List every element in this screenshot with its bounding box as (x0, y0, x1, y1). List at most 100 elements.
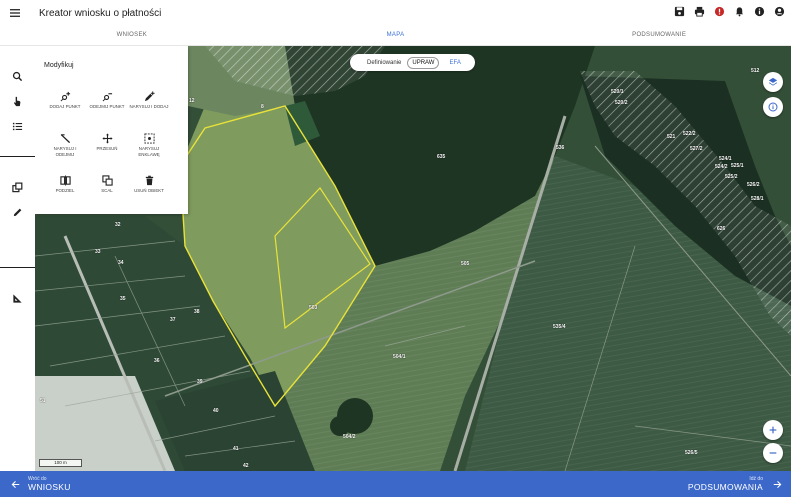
parcel-label: 524/1 (719, 156, 732, 162)
rail-divider (0, 156, 35, 157)
parcel-label: 522/2 (683, 131, 696, 137)
next-label: PODSUMOWANIA (687, 482, 763, 492)
parcel-label: 535/4 (553, 324, 566, 330)
parcel-label: 33 (95, 249, 101, 255)
alert-icon[interactable] (713, 4, 725, 18)
back-label: WNIOSKU (28, 482, 71, 492)
hand-pointer-icon[interactable] (11, 95, 24, 108)
draw-add-button[interactable]: NARYSUJ I DODAJ (129, 91, 169, 110)
go-to-summary-button[interactable]: Idź do PODSUMOWANIA (688, 471, 791, 497)
tool-label: USUŃ OBIEKT (134, 188, 164, 193)
tool-label: DODAJ PUNKT (49, 104, 81, 109)
parcel-label: 626 (717, 226, 726, 232)
parcel-label: 525/1 (731, 163, 744, 169)
modify-panel: Modyfikuj DODAJ PUNKT ODEJMIJ PUNKT NARY… (35, 46, 188, 214)
menu-icon[interactable] (0, 0, 30, 26)
plus-icon (769, 426, 777, 434)
tab-podsumowanie[interactable]: PODSUMOWANIE (527, 26, 791, 45)
panel-title: Modyfikuj (44, 62, 74, 69)
split-icon (59, 175, 71, 186)
toggle-option-efa[interactable]: EFA (445, 58, 464, 68)
scale-bar: 100 m (39, 459, 82, 467)
rail-divider (0, 267, 35, 268)
draw-enclave-icon (143, 133, 155, 144)
zoom-in-button[interactable] (763, 420, 783, 440)
merge-button[interactable]: SCAL (87, 175, 127, 194)
parcel-label: 520/1 (611, 89, 624, 95)
toggle-option-upraw[interactable]: UPRAW (407, 56, 440, 69)
draw-subtract-button[interactable]: NARYSUJ I ODEJMIJ (45, 133, 85, 157)
save-icon[interactable] (673, 4, 685, 18)
parcel-label: 503 (309, 305, 318, 311)
parcel-label: 42 (243, 463, 249, 469)
move-button[interactable]: PRZESUŃ (87, 133, 127, 152)
pencil-icon[interactable] (11, 206, 24, 219)
split-button[interactable]: PODZIEL (45, 175, 85, 194)
parcel-label: 520/2 (615, 100, 628, 106)
parcel-label: 8 (261, 104, 264, 110)
parcel-label: 504/2 (343, 434, 356, 440)
draw-subtract-icon (60, 134, 70, 144)
draw-add-icon (144, 91, 155, 102)
tab-mapa[interactable]: MAPA (264, 26, 528, 45)
parcel-label: 526/5 (685, 450, 698, 456)
parcel-label: 526/2 (747, 182, 760, 188)
parcel-label: 528/1 (751, 196, 764, 202)
map-info-button[interactable] (763, 97, 783, 117)
add-point-button[interactable]: DODAJ PUNKT (45, 91, 85, 110)
zoom-out-button[interactable] (763, 443, 783, 463)
measure-icon[interactable] (11, 292, 24, 305)
parcel-label: 51 (40, 398, 46, 404)
list-icon[interactable] (11, 120, 24, 133)
parcel-label: 32 (115, 222, 121, 228)
remove-point-button[interactable]: ODEJMIJ PUNKT (87, 91, 127, 110)
parcel-label: 34 (118, 260, 124, 266)
toggle-label: Definiowanie (367, 59, 402, 66)
draw-enclave-button[interactable]: NARYSUJ ENKLAWĘ (129, 133, 169, 157)
top-app-bar: Kreator wniosku o płatności (0, 0, 791, 26)
arrow-left-icon (11, 480, 19, 488)
main-tabs: WNIOSEK MAPA PODSUMOWANIE (0, 26, 791, 46)
parcel-label: 39 (197, 379, 203, 385)
parcel-label: 524/2 (715, 164, 728, 170)
next-caption: Idź do (749, 476, 763, 482)
info-icon[interactable] (753, 4, 765, 18)
remove-point-icon (102, 93, 112, 102)
tool-label: NARYSUJ ENKLAWĘ (138, 146, 160, 157)
bottom-navigation-bar: Wróć do WNIOSKU Idź do PODSUMOWANIA (0, 471, 791, 497)
parcel-label: 12 (189, 98, 195, 104)
parcel-label: 505 (461, 261, 470, 267)
parcel-label: 527/2 (690, 146, 703, 152)
tool-label: SCAL (101, 188, 113, 193)
merge-icon (101, 175, 113, 186)
tool-label: ODEJMIJ PUNKT (89, 104, 125, 109)
tool-label: NARYSUJ I ODEJMIJ (53, 146, 77, 157)
tab-wniosek[interactable]: WNIOSEK (0, 26, 264, 45)
back-caption: Wróć do (28, 476, 47, 482)
parcel-label: 40 (213, 408, 219, 414)
parcel-label: 521 (667, 134, 676, 140)
copy-icon[interactable] (11, 181, 24, 194)
print-icon[interactable] (693, 4, 705, 18)
map-canvas[interactable]: 32 33 34 35 37 38 36 39 40 41 42 51 12 8… (35, 46, 791, 471)
back-to-application-button[interactable]: Wróć do WNIOSKU (0, 471, 71, 497)
search-icon[interactable] (11, 70, 24, 83)
layers-button[interactable] (763, 72, 783, 92)
delete-icon (145, 175, 153, 186)
parcel-label: 36 (154, 358, 160, 364)
definition-mode-toggle: Definiowanie UPRAW EFA (350, 54, 475, 71)
account-icon[interactable] (773, 4, 785, 18)
tool-label: PRZESUŃ (96, 146, 118, 151)
add-point-icon (60, 91, 70, 102)
parcel-label: 525/2 (725, 174, 738, 180)
tool-label: NARYSUJ I DODAJ (129, 104, 169, 109)
info-circle-icon (768, 102, 778, 112)
delete-object-button[interactable]: USUŃ OBIEKT (129, 175, 169, 194)
parcel-label: 38 (194, 309, 200, 315)
tool-label: PODZIEL (55, 188, 75, 193)
parcel-label: 41 (233, 446, 239, 452)
parcel-label: 504/1 (393, 354, 406, 360)
bell-icon[interactable] (733, 4, 745, 18)
parcel-label: 35 (120, 296, 126, 302)
layers-icon (768, 77, 778, 86)
